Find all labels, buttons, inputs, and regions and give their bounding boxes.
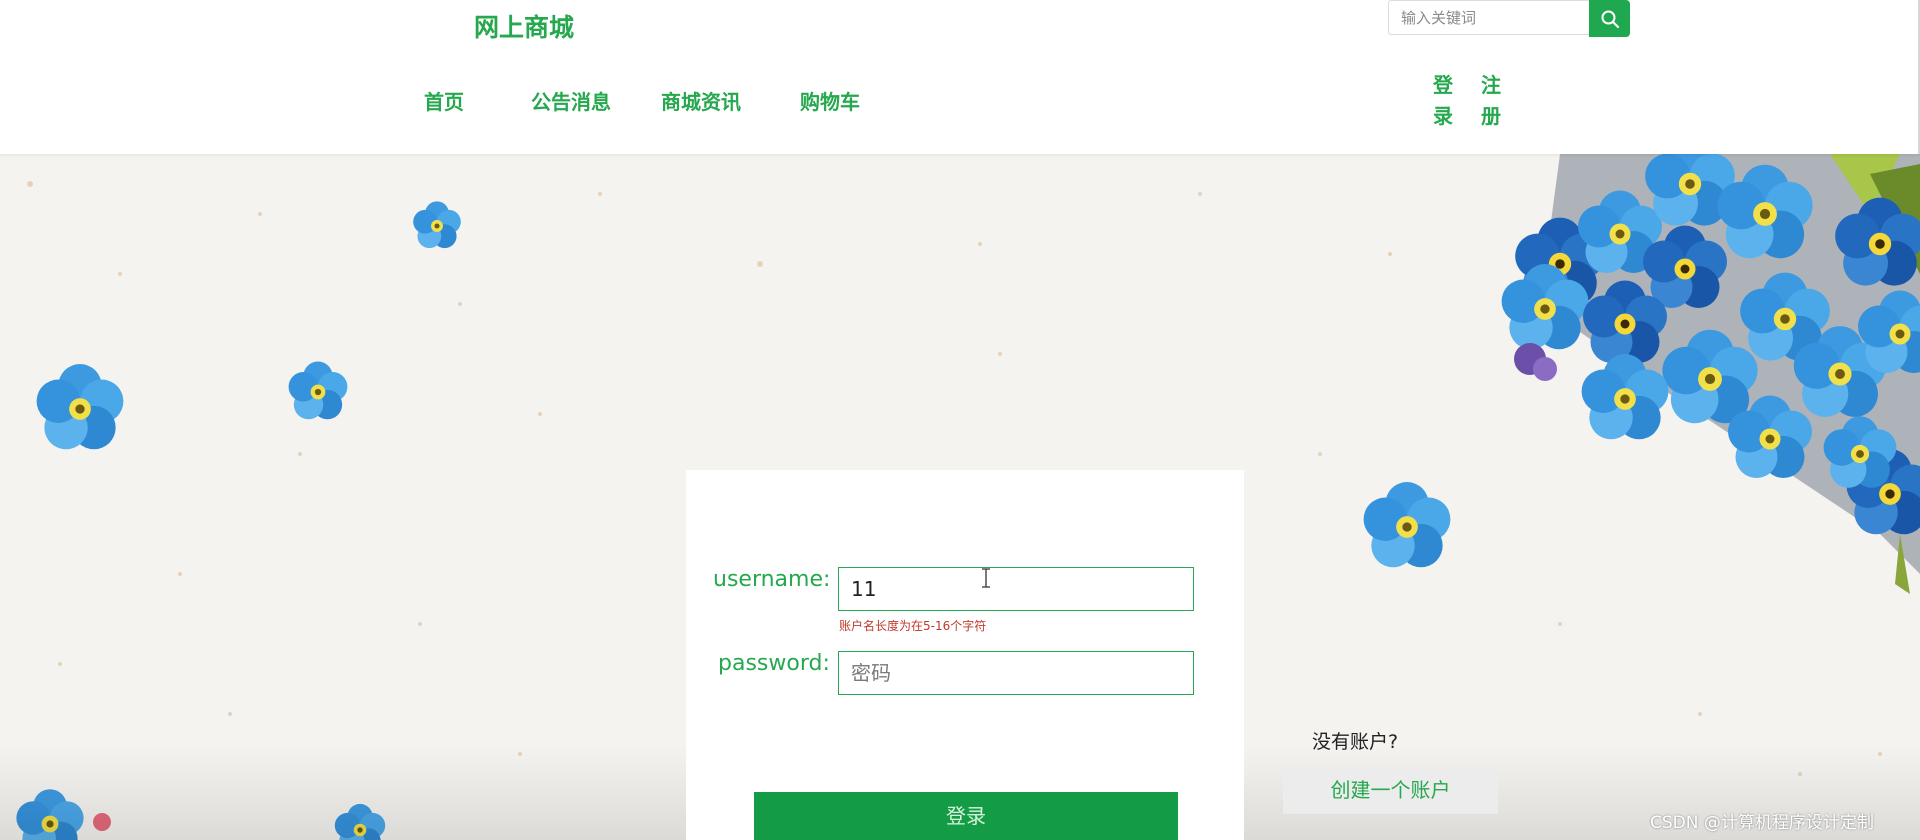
nav-mall-news[interactable]: 商城资讯 — [661, 86, 741, 115]
nav-cart[interactable]: 购物车 — [800, 86, 860, 115]
nav-home[interactable]: 首页 — [424, 86, 464, 115]
username-label: username: — [713, 567, 831, 592]
register-link[interactable]: 注 册 — [1479, 70, 1503, 132]
login-link[interactable]: 登 录 — [1431, 70, 1455, 132]
search-button[interactable] — [1589, 0, 1630, 37]
search-icon — [1601, 10, 1619, 28]
password-label: password: — [718, 651, 830, 676]
watermark-text: CSDN @计算机程序设计定制 — [1650, 813, 1874, 833]
site-brand[interactable]: 网上商城 — [474, 8, 574, 44]
login-panel: username: 账户名长度为在5-16个字符 password: 登录 — [686, 470, 1244, 840]
search-bar — [1388, 0, 1630, 37]
username-error-text: 账户名长度为在5-16个字符 — [839, 619, 987, 633]
search-input[interactable] — [1388, 0, 1590, 35]
nav-announcements[interactable]: 公告消息 — [531, 86, 611, 115]
top-header: 网上商城 首页 公告消息 商城资讯 购物车 登 录 注 册 — [0, 0, 1920, 154]
password-input[interactable] — [838, 651, 1194, 695]
login-submit-button[interactable]: 登录 — [754, 792, 1178, 840]
create-account-button[interactable]: 创建一个账户 — [1283, 766, 1498, 814]
username-input[interactable] — [838, 567, 1194, 611]
no-account-text: 没有账户? — [1312, 731, 1399, 753]
text-cursor-icon — [982, 568, 990, 588]
